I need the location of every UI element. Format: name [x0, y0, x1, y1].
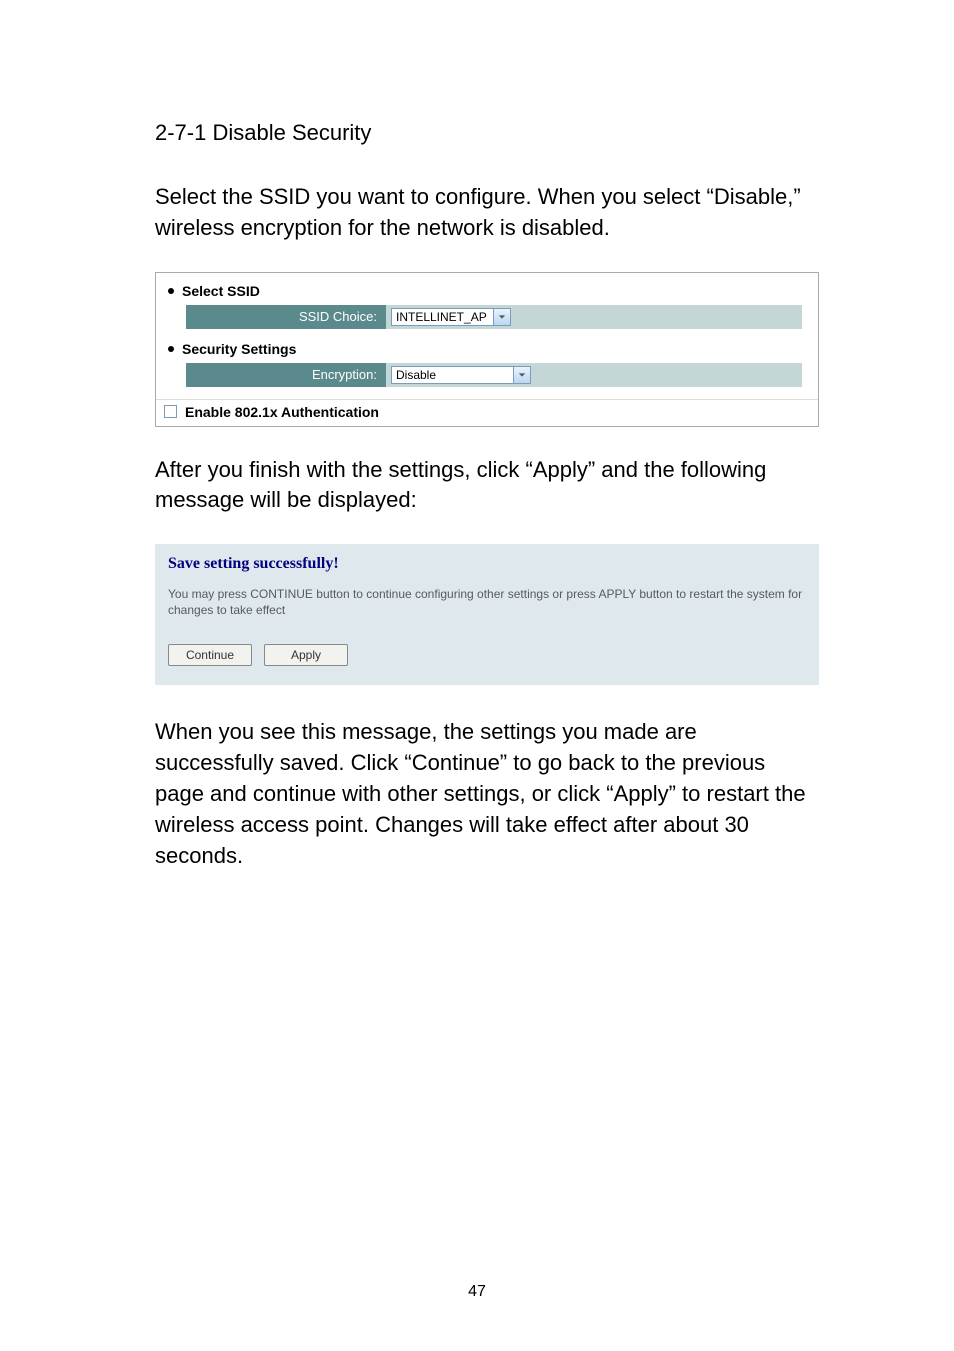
ssid-choice-value: INTELLINET_AP — [396, 310, 487, 324]
encryption-select[interactable]: Disable — [391, 366, 531, 384]
select-ssid-label: Select SSID — [182, 283, 260, 299]
save-body: You may press CONTINUE button to continu… — [168, 587, 806, 618]
ssid-choice-label: SSID Choice: — [186, 305, 386, 329]
chevron-down-icon — [513, 367, 530, 383]
after-paragraph: After you finish with the settings, clic… — [155, 455, 819, 517]
encryption-value-cell: Disable — [386, 363, 802, 387]
save-setting-panel: Save setting successfully! You may press… — [155, 544, 819, 685]
save-button-row: Continue Apply — [168, 644, 806, 666]
encryption-label: Encryption: — [186, 363, 386, 387]
apply-button[interactable]: Apply — [264, 644, 348, 666]
ssid-choice-row: SSID Choice: INTELLINET_AP — [186, 305, 802, 329]
page-number: 47 — [0, 1283, 954, 1301]
enable-8021x-row: Enable 802.1x Authentication — [156, 399, 818, 426]
enable-8021x-label: Enable 802.1x Authentication — [185, 404, 379, 420]
ssid-security-panel: Select SSID SSID Choice: INTELLINET_AP S… — [155, 272, 819, 427]
ssid-choice-select[interactable]: INTELLINET_AP — [391, 308, 511, 326]
save-title: Save setting successfully! — [168, 555, 806, 573]
security-settings-heading: Security Settings — [164, 337, 810, 359]
encryption-value: Disable — [396, 368, 436, 382]
encryption-row: Encryption: Disable — [186, 363, 802, 387]
bullet-icon — [168, 346, 174, 352]
continue-button[interactable]: Continue — [168, 644, 252, 666]
section-title: 2-7-1 Disable Security — [155, 120, 819, 146]
bullet-icon — [168, 288, 174, 294]
final-paragraph: When you see this message, the settings … — [155, 717, 819, 871]
intro-paragraph: Select the SSID you want to configure. W… — [155, 182, 819, 244]
chevron-down-icon — [493, 309, 510, 325]
security-settings-label: Security Settings — [182, 341, 296, 357]
select-ssid-heading: Select SSID — [164, 279, 810, 301]
ssid-choice-value-cell: INTELLINET_AP — [386, 305, 802, 329]
enable-8021x-checkbox[interactable] — [164, 405, 177, 418]
